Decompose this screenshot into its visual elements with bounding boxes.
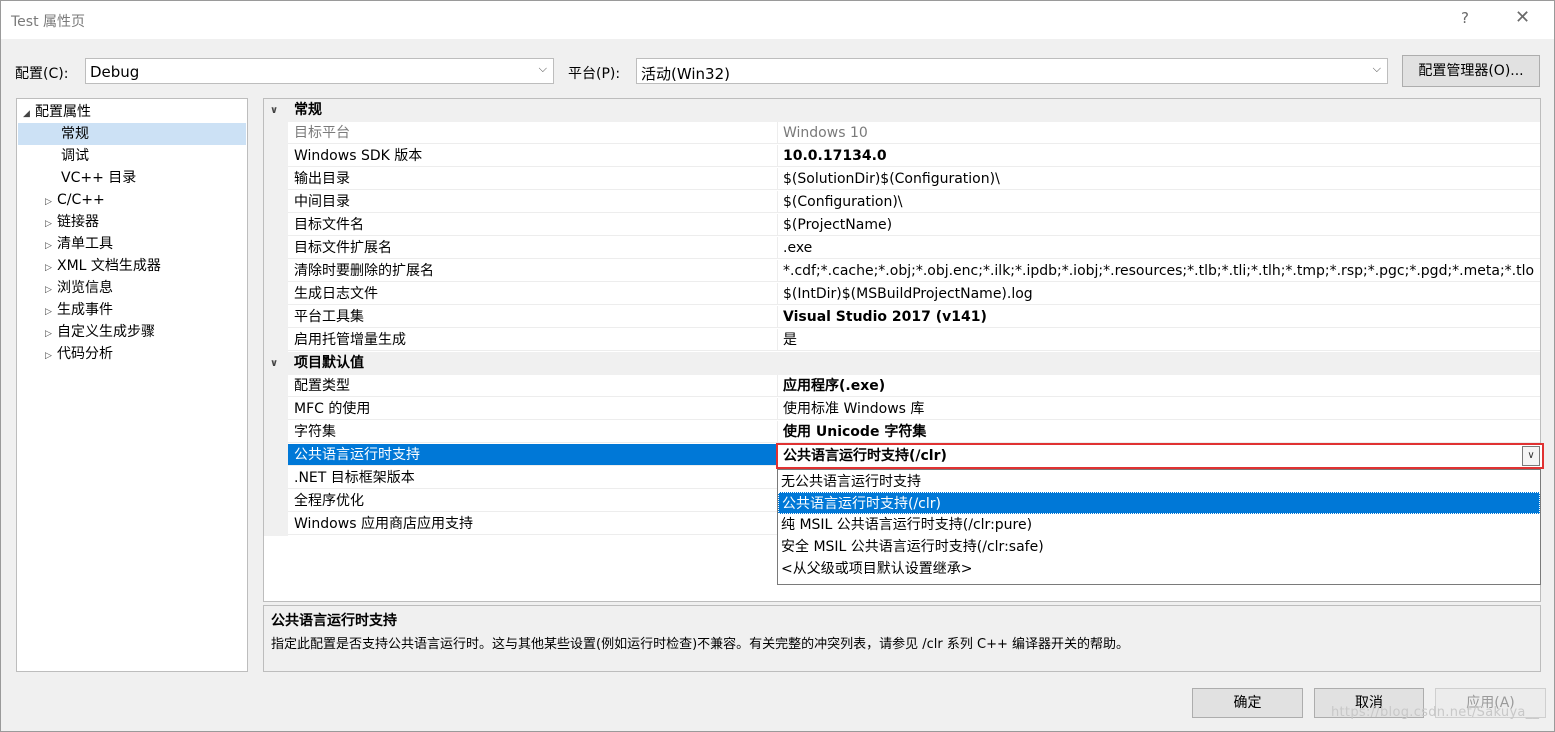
prop-value[interactable]: $(ProjectName) <box>777 214 1540 236</box>
tree-item-general[interactable]: 常规 <box>18 123 246 145</box>
platform-dropdown[interactable]: 活动(Win32) ⌵ <box>636 58 1388 84</box>
prop-value[interactable]: .exe <box>777 237 1540 259</box>
option-clr[interactable]: 公共语言运行时支持(/clr) <box>778 492 1540 514</box>
property-tree: ◢ 配置属性 常规 调试 VC++ 目录 ▷ C/C++ ▷ 链接器 ▷ 清单工具 ▷ X… <box>16 98 248 672</box>
prop-value[interactable]: *.cdf;*.cache;*.obj;*.obj.enc;*.ilk;*.ip… <box>777 260 1540 282</box>
prop-name: 生成日志文件 <box>288 283 777 305</box>
prop-value[interactable]: 应用程序(.exe) <box>777 375 1540 397</box>
prop-row-output-dir[interactable]: 输出目录 $(SolutionDir)$(Configuration)\ <box>264 168 1540 191</box>
ok-button[interactable]: 确定 <box>1192 688 1303 718</box>
description-text: 指定此配置是否支持公共语言运行时。这与其他某些设置(例如运行时检查)不兼容。有关… <box>271 637 1130 652</box>
chevron-down-icon: ⌵ <box>1372 62 1381 75</box>
chevron-down-icon: ∨ <box>270 358 279 369</box>
prop-row-managed-incremental[interactable]: 启用托管增量生成 是 <box>264 329 1540 352</box>
tree-item-build-events[interactable]: ▷ 生成事件 <box>45 299 113 321</box>
chevron-down-icon: ∨ <box>270 105 279 116</box>
config-manager-button[interactable]: 配置管理器(O)... <box>1402 55 1540 87</box>
description-panel: 公共语言运行时支持 指定此配置是否支持公共语言运行时。这与其他某些设置(例如运行… <box>263 605 1541 672</box>
prop-value: Windows 10 <box>777 122 1540 144</box>
collapsed-triangle-icon: ▷ <box>45 329 52 339</box>
prop-name: 目标平台 <box>288 122 777 144</box>
prop-value[interactable]: 是 <box>777 329 1540 351</box>
clr-options-list: 无公共语言运行时支持 公共语言运行时支持(/clr) 纯 MSIL 公共语言运行… <box>777 469 1541 585</box>
prop-name: 输出目录 <box>288 168 777 190</box>
tree-item-manifest-tool[interactable]: ▷ 清单工具 <box>45 233 113 255</box>
option-clr-safe[interactable]: 安全 MSIL 公共语言运行时支持(/clr:safe) <box>778 536 1540 558</box>
close-icon[interactable]: ✕ <box>1515 7 1530 28</box>
collapsed-triangle-icon: ▷ <box>45 197 52 207</box>
collapsed-triangle-icon: ▷ <box>45 285 52 295</box>
prop-row-toolset[interactable]: 平台工具集 Visual Studio 2017 (v141) <box>264 306 1540 329</box>
prop-value[interactable]: $(Configuration)\ <box>777 191 1540 213</box>
description-title: 公共语言运行时支持 <box>271 613 397 629</box>
prop-value[interactable]: Visual Studio 2017 (v141) <box>777 306 1540 328</box>
prop-name: 目标文件名 <box>288 214 777 236</box>
dropdown-arrow-icon[interactable]: ∨ <box>1522 446 1540 466</box>
prop-value[interactable]: 使用 Unicode 字符集 <box>777 421 1540 443</box>
expanded-triangle-icon: ◢ <box>23 109 30 119</box>
config-label: 配置(C): <box>15 66 69 82</box>
prop-name: 全程序优化 <box>288 490 777 512</box>
option-clr-pure[interactable]: 纯 MSIL 公共语言运行时支持(/clr:pure) <box>778 514 1540 536</box>
config-dropdown[interactable]: Debug ⌵ <box>85 58 554 84</box>
prop-value[interactable]: 10.0.17134.0 <box>777 145 1540 167</box>
tree-item-code-analysis[interactable]: ▷ 代码分析 <box>45 343 113 365</box>
prop-value[interactable]: $(IntDir)$(MSBuildProjectName).log <box>777 283 1540 305</box>
prop-row-sdk-version[interactable]: Windows SDK 版本 10.0.17134.0 <box>264 145 1540 168</box>
prop-name: MFC 的使用 <box>288 398 777 420</box>
platform-label: 平台(P): <box>568 66 621 82</box>
prop-name: Windows 应用商店应用支持 <box>288 513 777 535</box>
collapsed-triangle-icon: ▷ <box>45 307 52 317</box>
prop-row-config-type[interactable]: 配置类型 应用程序(.exe) <box>264 375 1540 398</box>
prop-row-target-platform[interactable]: 目标平台 Windows 10 <box>264 122 1540 145</box>
tree-item-custom-build-step[interactable]: ▷ 自定义生成步骤 <box>45 321 155 343</box>
tree-item-linker[interactable]: ▷ 链接器 <box>45 211 99 233</box>
prop-row-charset[interactable]: 字符集 使用 Unicode 字符集 <box>264 421 1540 444</box>
clr-support-value: 公共语言运行时支持(/clr) <box>783 448 947 464</box>
prop-name: .NET 目标框架版本 <box>288 467 777 489</box>
collapsed-triangle-icon: ▷ <box>45 351 52 361</box>
chevron-down-icon: ⌵ <box>538 62 547 75</box>
properties-dialog: Test 属性页 ? ✕ 配置(C): Debug ⌵ 平台(P): 活动(Wi… <box>0 0 1555 732</box>
category-general[interactable]: ∨ 常规 <box>264 99 1540 122</box>
collapsed-triangle-icon: ▷ <box>45 241 52 251</box>
tree-item-browse-info[interactable]: ▷ 浏览信息 <box>45 277 113 299</box>
prop-row-intermediate-dir[interactable]: 中间目录 $(Configuration)\ <box>264 191 1540 214</box>
collapsed-triangle-icon: ▷ <box>45 263 52 273</box>
platform-value: 活动(Win32) <box>641 65 730 83</box>
option-no-clr[interactable]: 无公共语言运行时支持 <box>778 471 1540 493</box>
title-bar: Test 属性页 ? ✕ <box>1 1 1554 39</box>
tree-item-cpp[interactable]: ▷ C/C++ <box>45 189 105 211</box>
prop-row-clean-extensions[interactable]: 清除时要删除的扩展名 *.cdf;*.cache;*.obj;*.obj.enc… <box>264 260 1540 283</box>
collapsed-triangle-icon: ▷ <box>45 219 52 229</box>
prop-name: Windows SDK 版本 <box>288 145 777 167</box>
window-title: Test 属性页 <box>11 14 86 30</box>
prop-row-mfc[interactable]: MFC 的使用 使用标准 Windows 库 <box>264 398 1540 421</box>
tree-item-vc-directories[interactable]: VC++ 目录 <box>61 167 136 189</box>
prop-name: 启用托管增量生成 <box>288 329 777 351</box>
tree-root-config-properties[interactable]: ◢ 配置属性 <box>23 101 91 123</box>
prop-value[interactable]: $(SolutionDir)$(Configuration)\ <box>777 168 1540 190</box>
tree-item-xml-doc-generator[interactable]: ▷ XML 文档生成器 <box>45 255 161 277</box>
prop-name: 配置类型 <box>288 375 777 397</box>
prop-row-build-log[interactable]: 生成日志文件 $(IntDir)$(MSBuildProjectName).lo… <box>264 283 1540 306</box>
clr-support-editor[interactable]: 公共语言运行时支持(/clr) ∨ <box>776 443 1544 469</box>
prop-name: 平台工具集 <box>288 306 777 328</box>
prop-row-target-name[interactable]: 目标文件名 $(ProjectName) <box>264 214 1540 237</box>
watermark: https://blog.csdn.net/Sakuya__ <box>1331 705 1540 720</box>
tree-item-debugging[interactable]: 调试 <box>61 145 89 167</box>
config-value: Debug <box>90 63 140 81</box>
category-project-defaults[interactable]: ∨ 项目默认值 <box>264 352 1540 375</box>
prop-row-target-ext[interactable]: 目标文件扩展名 .exe <box>264 237 1540 260</box>
prop-name: 公共语言运行时支持 <box>288 444 777 466</box>
option-inherit[interactable]: <从父级或项目默认设置继承> <box>778 558 1540 580</box>
prop-value[interactable]: 使用标准 Windows 库 <box>777 398 1540 420</box>
prop-name: 中间目录 <box>288 191 777 213</box>
help-icon[interactable]: ? <box>1461 9 1469 27</box>
prop-name: 清除时要删除的扩展名 <box>288 260 777 282</box>
prop-name: 目标文件扩展名 <box>288 237 777 259</box>
prop-name: 字符集 <box>288 421 777 443</box>
